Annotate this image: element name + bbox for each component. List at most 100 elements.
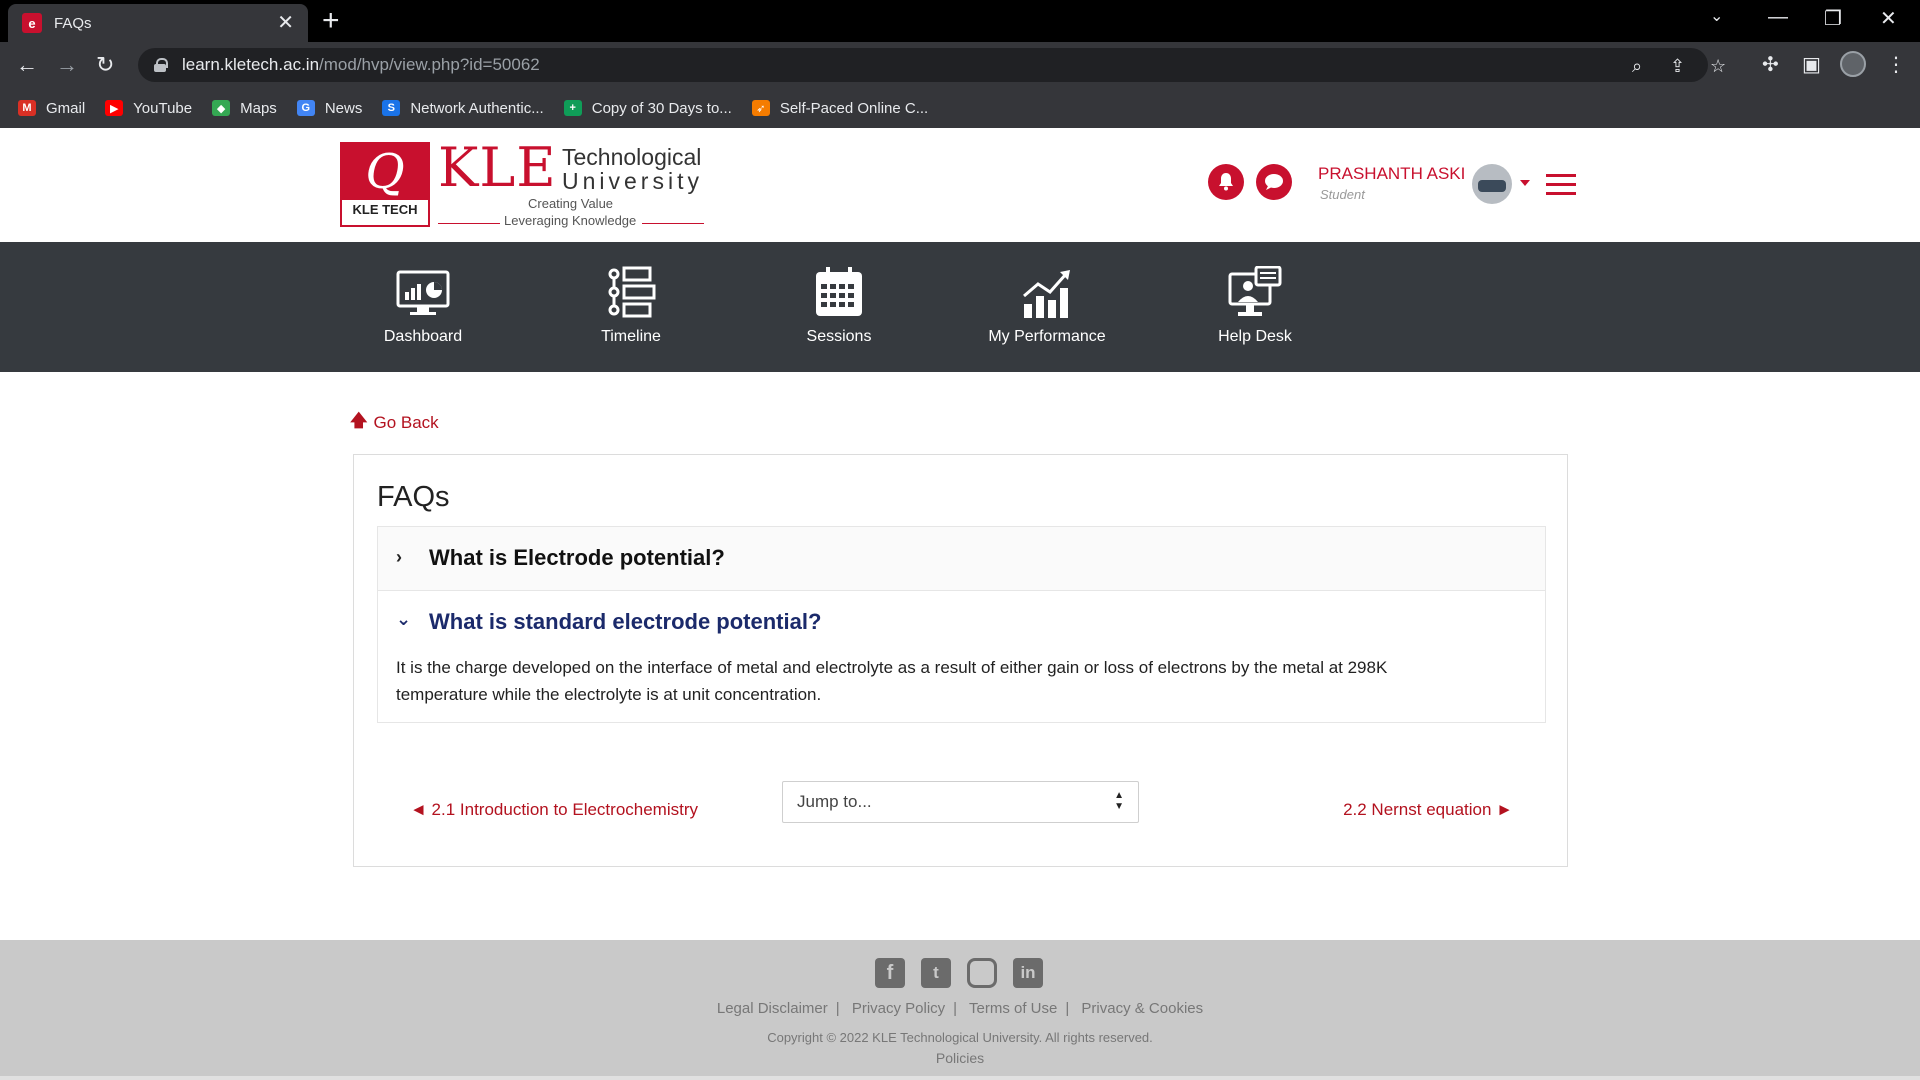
bottom-strip	[0, 1076, 1920, 1080]
reload-icon[interactable]: ↻	[96, 52, 114, 78]
bookmark-item[interactable]: ◆ Maps	[212, 100, 277, 117]
twitter-icon[interactable]: t	[921, 958, 951, 988]
main-nav: Dashboard Timeline Sessions My Performan…	[0, 242, 1920, 372]
jump-to-select[interactable]: Jump to... ▲ ▼	[782, 781, 1139, 823]
restore-icon[interactable]: ❐	[1824, 6, 1842, 31]
bookmark-label: Copy of 30 Days to...	[591, 99, 732, 117]
close-window-icon[interactable]: ✕	[1880, 6, 1897, 31]
logo-technological-text: Technological	[562, 144, 702, 170]
facebook-icon[interactable]: f	[875, 958, 905, 988]
user-menu-caret-icon[interactable]	[1520, 180, 1530, 186]
go-back-label: Go Back	[373, 412, 439, 432]
next-activity-link[interactable]: 2.2 Nernst equation ►	[1343, 800, 1513, 820]
footer-link-privacy-policy[interactable]: Privacy Policy	[852, 1000, 945, 1017]
share-icon[interactable]: ⇪	[1670, 56, 1685, 77]
site-footer: f t in Legal Disclaimer | Privacy Policy |…	[0, 940, 1920, 1080]
nav-item-dashboard[interactable]: Dashboard	[333, 242, 513, 372]
logo-kle-text: KLE	[438, 136, 557, 199]
jump-to-value: Jump to...	[797, 792, 872, 811]
faq-answer: It is the charge developed on the interf…	[396, 658, 1388, 704]
bookmark-star-icon[interactable]: ☆	[1710, 56, 1726, 77]
faq-item-collapsed[interactable]: › What is Electrode potential?	[378, 527, 1545, 591]
calendar-icon	[816, 267, 862, 316]
close-tab-icon[interactable]: ✕	[277, 13, 294, 33]
browser-tab[interactable]: e FAQs ✕	[8, 4, 308, 42]
lock-icon[interactable]	[154, 58, 168, 72]
bookmark-item[interactable]: ▶ YouTube	[105, 100, 192, 117]
bookmark-item[interactable]: ➶ Self-Paced Online C...	[751, 100, 928, 117]
browser-tab-bar: e FAQs ✕ + ⌄ — ❐ ✕	[0, 0, 1920, 42]
notifications-button[interactable]	[1208, 164, 1244, 200]
copyright: Copyright © 2022 KLE Technological Unive…	[767, 1030, 1153, 1045]
bookmark-item[interactable]: + Copy of 30 Days to...	[563, 99, 732, 117]
footer-links: Legal Disclaimer | Privacy Policy | Terms …	[716, 1000, 1204, 1017]
faq-accordion: › What is Electrode potential? ⌄ What is…	[377, 526, 1546, 723]
forward-icon[interactable]: →	[56, 52, 78, 78]
logo-divider	[642, 223, 704, 224]
footer-link-legal[interactable]: Legal Disclaimer	[717, 1000, 828, 1017]
news-icon: G	[296, 100, 315, 116]
policies-link[interactable]: Policies	[0, 1050, 1920, 1066]
tab-search-icon[interactable]: ⌄	[1710, 6, 1723, 26]
zoom-icon[interactable]: ⌕	[1632, 56, 1642, 77]
user-role: Student	[1320, 187, 1365, 202]
bookmarks-bar: M Gmail ▶ YouTube ◆ Maps G News S Network Authent…	[0, 88, 1920, 128]
nav-label: Timeline	[601, 328, 661, 345]
network-icon: S	[382, 100, 401, 116]
new-tab-icon[interactable]: +	[322, 6, 340, 36]
hamburger-menu-icon[interactable]	[1546, 174, 1576, 196]
chrome-menu-icon[interactable]: ⋮	[1886, 52, 1906, 77]
logo-divider	[438, 223, 500, 224]
course-icon: ➶	[751, 100, 770, 116]
address-bar-row: ← → ↻ learn.kletech.ac.in/mod/hvp/view.p…	[0, 42, 1920, 88]
maps-icon: ◆	[212, 100, 231, 116]
nav-item-sessions[interactable]: Sessions	[749, 242, 929, 372]
minimize-icon[interactable]: —	[1768, 6, 1788, 29]
bookmark-label: Gmail	[46, 99, 86, 117]
instagram-icon[interactable]	[967, 958, 997, 988]
nav-item-my-performance[interactable]: My Performance	[957, 242, 1137, 372]
faq-item-expanded[interactable]: ⌄ What is standard electrode potential? …	[378, 591, 1545, 722]
go-back-link[interactable]: 🡅 Go Back	[350, 408, 439, 437]
dashboard-icon	[396, 270, 450, 315]
site-header: Q KLE TECH KLE Technological University …	[0, 128, 1920, 242]
youtube-icon: ▶	[105, 100, 124, 116]
nav-label: Dashboard	[383, 328, 463, 345]
side-panel-icon[interactable]: ▣	[1802, 52, 1821, 77]
footer-link-terms[interactable]: Terms of Use	[969, 1000, 1057, 1017]
help-desk-icon	[1228, 266, 1282, 316]
nav-label: My Performance	[988, 328, 1106, 345]
url-input[interactable]: learn.kletech.ac.in/mod/hvp/view.php?id=…	[138, 48, 1726, 82]
timeline-icon	[608, 266, 656, 318]
faq-card: FAQs › What is Electrode potential? ⌄ Wh…	[353, 454, 1568, 867]
bookmark-label: Network Authentic...	[410, 99, 544, 117]
nav-item-timeline[interactable]: Timeline	[541, 242, 721, 372]
kle-logo-tag: KLE TECH	[352, 202, 418, 217]
prev-activity-link[interactable]: ◄ 2.1 Introduction to Electrochemistry	[410, 800, 698, 820]
logo-tagline-1: Creating Value	[528, 196, 614, 211]
nav-label: Help Desk	[1218, 328, 1292, 345]
user-name[interactable]: PRASHANTH ASKI	[1318, 164, 1465, 184]
messages-button[interactable]	[1256, 164, 1292, 200]
kle-favicon-icon: e	[22, 13, 42, 33]
nav-item-help-desk[interactable]: Help Desk	[1165, 242, 1345, 372]
url-host: learn.kletech.ac.in	[182, 55, 320, 74]
performance-chart-icon	[1023, 270, 1070, 318]
bookmark-item[interactable]: S Network Authentic...	[382, 99, 544, 117]
footer-link-cookies[interactable]: Privacy & Cookies	[1081, 1000, 1203, 1017]
avatar[interactable]	[1472, 164, 1512, 204]
logo-tagline-2: Leveraging Knowledge	[504, 213, 637, 228]
select-arrows-icon: ▲ ▼	[1114, 790, 1124, 812]
bell-icon	[1219, 173, 1233, 191]
faq-question: What is standard electrode potential?	[429, 609, 822, 634]
page-title: FAQs	[377, 481, 450, 513]
bookmark-item[interactable]: M Gmail	[18, 100, 85, 117]
gmail-icon: M	[18, 100, 36, 116]
back-icon[interactable]: ←	[16, 52, 38, 78]
logo-university-text: University	[562, 168, 703, 194]
profile-avatar-icon[interactable]	[1840, 51, 1866, 77]
extensions-icon[interactable]: ✣	[1762, 52, 1779, 77]
kle-logo[interactable]: Q KLE TECH	[340, 142, 430, 227]
linkedin-icon[interactable]: in	[1013, 958, 1043, 988]
bookmark-item[interactable]: G News	[296, 100, 362, 117]
